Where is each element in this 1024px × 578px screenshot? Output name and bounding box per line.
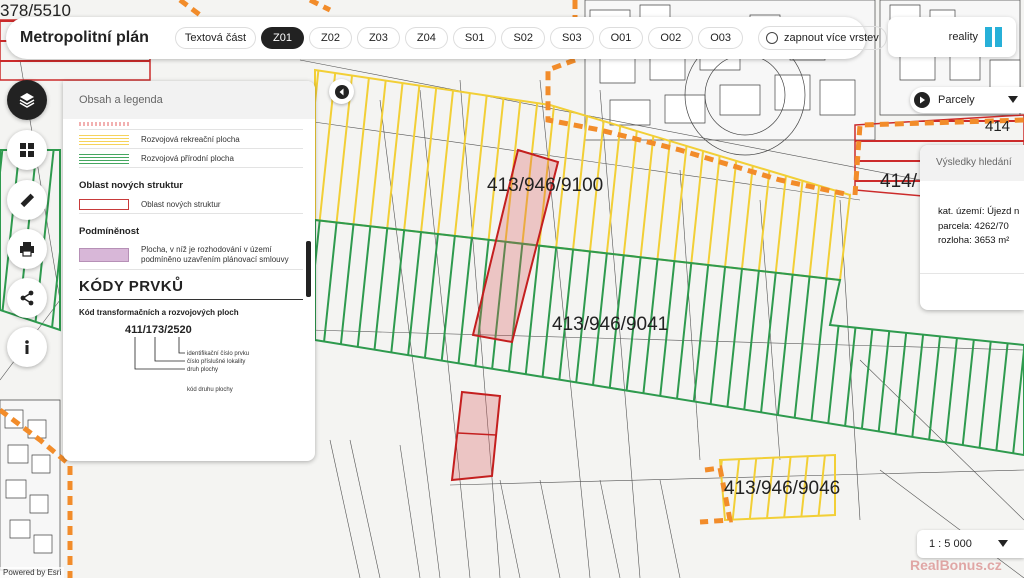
legend-section-title: Oblast nových struktur [79,180,183,191]
result-cadastral-area: kat. území: Újezd n [938,206,1020,217]
legend-label: Rozvojová rekreační plocha [141,134,240,144]
code-part-id: identifikační číslo prvku [187,351,249,357]
tab-z04[interactable]: Z04 [404,27,448,49]
legend-section-title: Podmíněnost [79,226,140,237]
scale-value: 1 : 5 000 [929,538,972,550]
share-icon [20,290,34,306]
tab-o01[interactable]: O01 [598,27,644,49]
play-icon [914,92,930,108]
multi-layer-label: zapnout více vrstev [784,32,879,44]
ruler-icon [20,193,35,208]
info-button[interactable] [7,327,47,367]
code-example: 411/173/2520 [125,324,192,336]
grid-button[interactable] [7,130,47,170]
scale-select[interactable]: 1 : 5 000 [917,530,1024,558]
chevron-down-icon [1008,96,1018,103]
radio-icon[interactable] [766,32,779,44]
results-title: Výsledky hledání [920,145,1024,181]
print-icon [20,242,34,257]
legend-swatch-yellow [79,133,129,145]
layers-icon [19,93,35,108]
legend-label: Plocha, v níž je rozhodování v území podm… [141,245,289,264]
codes-subtitle: Kód transformačních a rozvojových ploch [79,308,239,317]
watermark: RealBonus.cz [910,557,1002,573]
legend-title: Obsah a legenda [63,81,315,119]
legend-swatch-green [79,152,129,164]
legend-body[interactable]: Rozvojová rekreační plocha Rozvojová pří… [79,119,303,459]
parcel-label-9046: 413/946/9046 [724,478,840,499]
tab-o03[interactable]: O03 [698,27,744,49]
legend-row-recreation: Rozvojová rekreační plocha [79,130,303,149]
legend-row-conditional: Plocha, v níž je rozhodování v území podm… [79,241,303,270]
search-results-panel: Výsledky hledání kat. území: Újezd n par… [920,145,1024,310]
chevron-down-icon [998,540,1008,547]
measure-button[interactable] [7,180,47,220]
grid-icon [20,143,34,157]
legend-panel: Obsah a legenda Rozvojová rekreační ploc… [63,81,315,461]
parcel-label-414: 414/ [880,171,918,192]
print-button[interactable] [7,229,47,269]
legend-scrollbar[interactable] [306,241,311,297]
code-part-locality: číslo příslušné lokality [187,359,245,365]
collapse-legend-button[interactable] [329,79,354,104]
code-diagram: 411/173/2520 identifikační číslo prvku č… [125,324,249,393]
chevron-left-icon [334,84,349,99]
parcel-label-414b: 414 [985,118,1010,135]
legend-swatch [79,122,129,126]
tab-z01[interactable]: Z01 [261,27,304,49]
codes-title: KÓDY PRVKŮ [79,278,303,300]
layers-button[interactable] [7,80,47,120]
legend-label: Rozvojová přírodní plocha [141,153,234,163]
legend-row-nature: Rozvojová přírodní plocha [79,149,303,168]
tab-z02[interactable]: Z02 [308,27,352,49]
result-area: rozloha: 3653 m² [938,235,1010,246]
info-icon [25,340,29,354]
multi-layer-toggle[interactable]: zapnout více vrstev [758,26,887,50]
parcel-label-9100: 413/946/9100 [487,175,603,196]
result-parcel: parcela: 4262/70 [938,220,1009,232]
brand-name: reality [948,31,978,43]
legend-row-new-structures: Oblast nových struktur [79,195,303,214]
legend-row-partial [79,119,303,130]
text-part-button[interactable]: Textová část [174,27,257,49]
parcel-label-9041: 413/946/9041 [552,314,668,335]
tab-o02[interactable]: O02 [648,27,694,49]
parcel-layer-select[interactable]: Parcely [910,87,1024,113]
legend-swatch-purple [79,248,129,262]
parcel-select-value: Parcely [938,94,975,106]
top-bar: Metropolitní plán Textová část Z01 Z02 Z… [6,17,879,59]
tab-s01[interactable]: S01 [452,27,497,49]
legend-label: Oblast nových struktur [141,199,221,209]
code-note: kód druhu plochy [187,387,233,393]
share-button[interactable] [7,278,47,318]
brand-badge[interactable]: reality [888,17,1016,57]
legend-swatch-red [79,198,129,210]
tab-s02[interactable]: S02 [501,27,546,49]
tab-z03[interactable]: Z03 [356,27,400,49]
map-attribution: Powered by Esri [0,567,65,578]
brand-logo-icon [985,27,1002,47]
app-title: Metropolitní plán [20,29,149,46]
code-part-type: druh plochy [187,367,218,373]
tab-s03[interactable]: S03 [550,27,594,49]
